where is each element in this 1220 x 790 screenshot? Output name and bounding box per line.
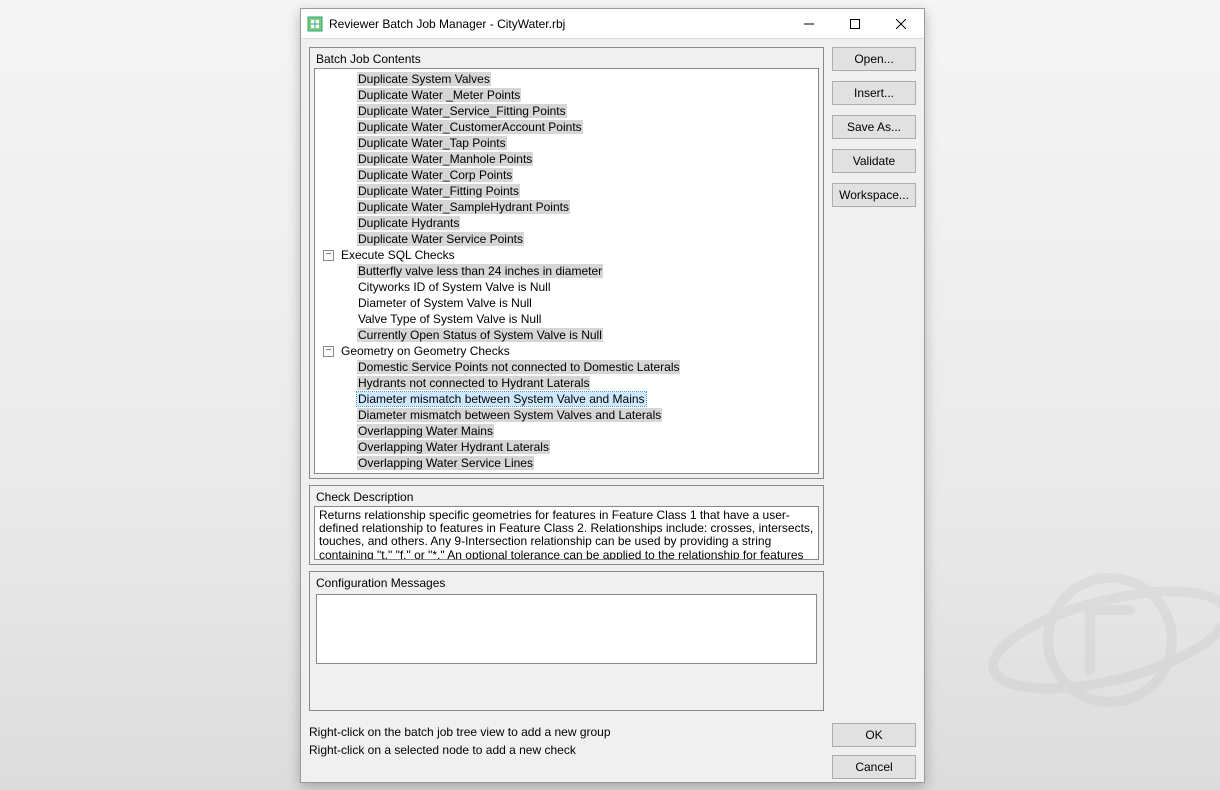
tree-item-label: Overlapping Water Mains: [357, 424, 494, 438]
titlebar: Reviewer Batch Job Manager - CityWater.r…: [301, 9, 924, 39]
collapse-icon[interactable]: −: [323, 250, 334, 261]
tree-item[interactable]: Duplicate Water_Corp Points: [317, 167, 816, 183]
tree-item-label: Butterfly valve less than 24 inches in d…: [357, 264, 603, 278]
window-title: Reviewer Batch Job Manager - CityWater.r…: [329, 17, 786, 31]
tree-group[interactable]: −Geometry on Geometry Checks: [317, 343, 816, 359]
tree-item-label: Diameter mismatch between System Valve a…: [357, 392, 646, 406]
tree-item-label: Cityworks ID of System Valve is Null: [357, 280, 552, 294]
close-button[interactable]: [878, 9, 924, 39]
tree-item-label: Duplicate Hydrants: [357, 216, 460, 230]
tree-item[interactable]: Diameter mismatch between System Valves …: [317, 407, 816, 423]
tree-view[interactable]: Duplicate System Valves Duplicate Water _…: [314, 68, 819, 474]
tree-item[interactable]: Hydrants not connected to Hydrant Latera…: [317, 375, 816, 391]
tree-item[interactable]: Duplicate Water_Service_Fitting Points: [317, 103, 816, 119]
dialog-window: Reviewer Batch Job Manager - CityWater.r…: [300, 8, 925, 783]
background-watermark: [980, 550, 1220, 730]
tree-item-label: Currently Open Status of System Valve is…: [357, 328, 603, 342]
collapse-icon[interactable]: −: [323, 346, 334, 357]
tree-group[interactable]: −Execute SQL Checks: [317, 247, 816, 263]
tree-item[interactable]: Overlapping Water Hydrant Laterals: [317, 439, 816, 455]
tree-item-label: Duplicate Water_CustomerAccount Points: [357, 120, 583, 134]
hint-text: Right-click on the batch job tree view t…: [309, 723, 824, 779]
tree-item[interactable]: Duplicate Water_Tap Points: [317, 135, 816, 151]
app-icon: [307, 16, 323, 32]
tree-group-label: Execute SQL Checks: [340, 248, 456, 262]
maximize-button[interactable]: [832, 9, 878, 39]
validate-button[interactable]: Validate: [832, 149, 916, 173]
tree-item[interactable]: Diameter of System Valve is Null: [317, 295, 816, 311]
tree-item[interactable]: Duplicate Water _Meter Points: [317, 87, 816, 103]
check-description-group: Check Description Returns relationship s…: [309, 485, 824, 565]
open-button[interactable]: Open...: [832, 47, 916, 71]
tree-item-label: Overlapping Water Hydrant Laterals: [357, 440, 550, 454]
tree-item-label: Overlapping Water Service Lines: [357, 456, 534, 470]
tree-item[interactable]: Duplicate Water_SampleHydrant Points: [317, 199, 816, 215]
tree-item[interactable]: Currently Open Status of System Valve is…: [317, 327, 816, 343]
tree-item-label: Duplicate Water Service Points: [357, 232, 524, 246]
tree-item-label: Duplicate Water_Corp Points: [357, 168, 513, 182]
check-description-label: Check Description: [314, 490, 819, 504]
tree-item[interactable]: Duplicate Water_CustomerAccount Points: [317, 119, 816, 135]
tree-item-label: Duplicate Water_Fitting Points: [357, 184, 520, 198]
tree-item-label: Duplicate Water_Tap Points: [357, 136, 507, 150]
ok-button[interactable]: OK: [832, 723, 916, 747]
tree-item-label: Duplicate Water_Service_Fitting Points: [357, 104, 567, 118]
batch-job-contents-group: Batch Job Contents Duplicate System Valv…: [309, 47, 824, 479]
tree-item-label: Duplicate Water_Manhole Points: [357, 152, 533, 166]
hint-line-2: Right-click on a selected node to add a …: [309, 741, 824, 759]
configuration-messages-group: Configuration Messages: [309, 571, 824, 711]
workspace-button[interactable]: Workspace...: [832, 183, 916, 207]
tree-group-label: Geometry on Geometry Checks: [340, 344, 511, 358]
configuration-messages-label: Configuration Messages: [314, 576, 819, 590]
tree-item-label: Hydrants not connected to Hydrant Latera…: [357, 376, 590, 390]
tree-item-label: Valve Type of System Valve is Null: [357, 312, 542, 326]
tree-item[interactable]: Duplicate Water_Manhole Points: [317, 151, 816, 167]
tree-item[interactable]: Butterfly valve less than 24 inches in d…: [317, 263, 816, 279]
hint-line-1: Right-click on the batch job tree view t…: [309, 723, 824, 741]
tree-item[interactable]: Diameter mismatch between System Valve a…: [317, 391, 816, 407]
configuration-messages-text[interactable]: [316, 594, 817, 664]
save-as-button[interactable]: Save As...: [832, 115, 916, 139]
tree-item-label: Domestic Service Points not connected to…: [357, 360, 680, 374]
tree-item-label: Diameter of System Valve is Null: [357, 296, 533, 310]
tree-item[interactable]: Duplicate System Valves: [317, 71, 816, 87]
tree-item[interactable]: Valve Type of System Valve is Null: [317, 311, 816, 327]
tree-item[interactable]: Duplicate Hydrants: [317, 215, 816, 231]
batch-job-contents-label: Batch Job Contents: [314, 52, 819, 66]
tree-item[interactable]: Duplicate Water Service Points: [317, 231, 816, 247]
insert-button[interactable]: Insert...: [832, 81, 916, 105]
minimize-button[interactable]: [786, 9, 832, 39]
tree-item[interactable]: Overlapping Water Service Lines: [317, 455, 816, 471]
tree-item[interactable]: Overlapping Water Mains: [317, 423, 816, 439]
tree-item-label: Duplicate System Valves: [357, 72, 491, 86]
tree-item-label: Duplicate Water_SampleHydrant Points: [357, 200, 570, 214]
tree-item[interactable]: Domestic Service Points not connected to…: [317, 359, 816, 375]
tree-item[interactable]: Cityworks ID of System Valve is Null: [317, 279, 816, 295]
check-description-text[interactable]: Returns relationship specific geometries…: [314, 506, 819, 560]
tree-item-label: Duplicate Water _Meter Points: [357, 88, 521, 102]
tree-item[interactable]: Duplicate Water_Fitting Points: [317, 183, 816, 199]
tree-item-label: Diameter mismatch between System Valves …: [357, 408, 662, 422]
cancel-button[interactable]: Cancel: [832, 755, 916, 779]
